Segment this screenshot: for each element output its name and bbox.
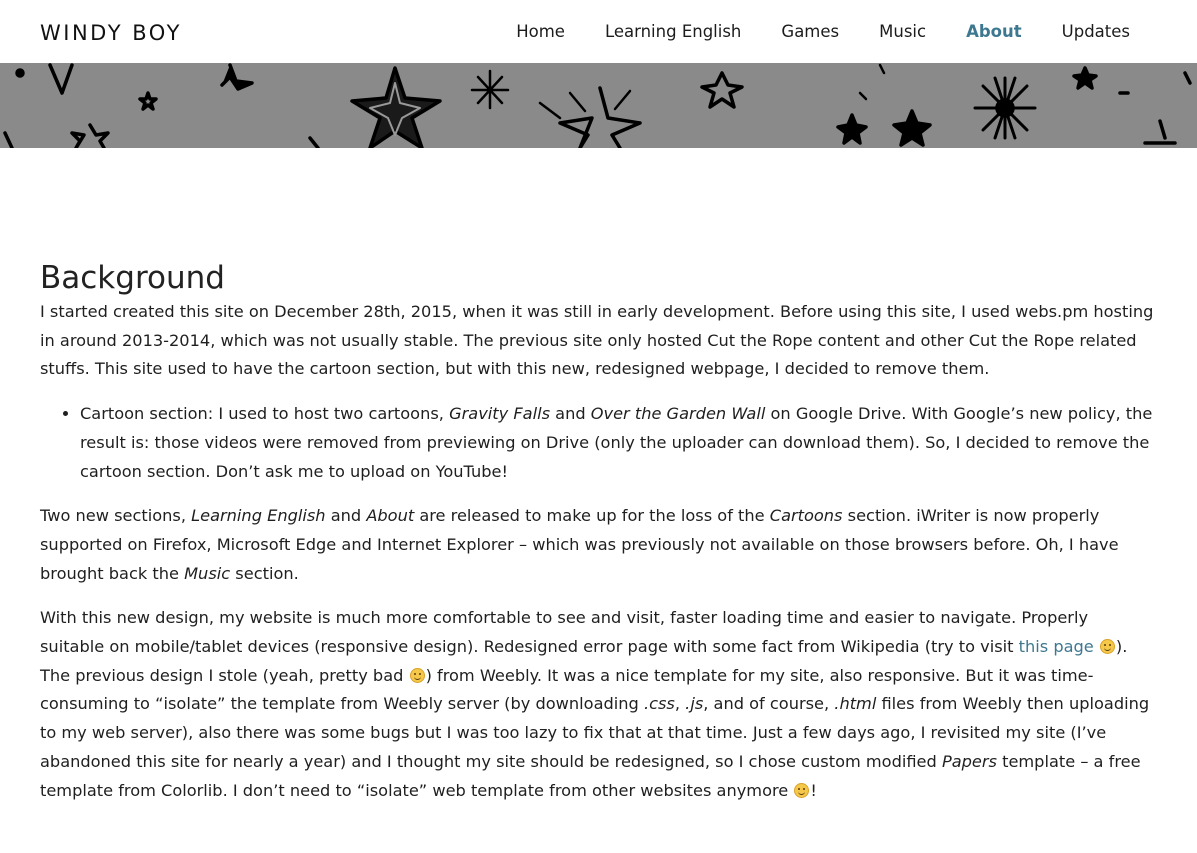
nav-learning-english[interactable]: Learning English xyxy=(605,22,741,41)
smile-emoji-icon xyxy=(794,782,810,798)
nav-home[interactable]: Home xyxy=(516,22,565,41)
this-page-link[interactable]: this page xyxy=(1019,637,1094,656)
bullet-list: Cartoon section: I used to host two cart… xyxy=(40,400,1157,486)
paragraph-design: With this new design, my website is much… xyxy=(40,608,1150,800)
main-content: Background I started created this site o… xyxy=(0,258,1197,805)
page-heading: Background xyxy=(40,260,225,296)
site-header: WINDY BOY Home Learning English Games Mu… xyxy=(0,0,1197,63)
list-item-cartoon: Cartoon section: I used to host two cart… xyxy=(80,400,1157,486)
site-logo[interactable]: WINDY BOY xyxy=(40,19,182,45)
smile-emoji-icon xyxy=(1099,639,1115,655)
stars-pattern xyxy=(3,63,1192,148)
smile-emoji-icon xyxy=(409,667,425,683)
paragraph-sections: Two new sections, Learning English and A… xyxy=(40,506,1119,583)
nav-games[interactable]: Games xyxy=(781,22,839,41)
main-nav: Home Learning English Games Music About … xyxy=(476,22,1130,41)
nav-music[interactable]: Music xyxy=(879,22,926,41)
nav-updates[interactable]: Updates xyxy=(1062,22,1130,41)
header-banner xyxy=(0,63,1197,148)
paragraph-intro: I started created this site on December … xyxy=(40,302,1154,379)
nav-about[interactable]: About xyxy=(966,22,1022,41)
